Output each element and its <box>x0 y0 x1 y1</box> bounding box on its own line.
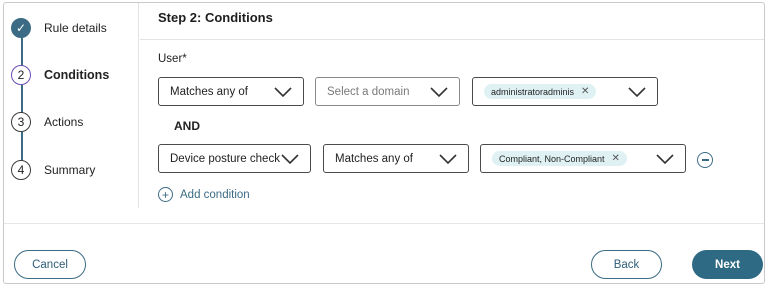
dropdown-value: Device posture check <box>170 152 280 165</box>
chip-label: administratoradminis <box>491 86 575 97</box>
next-button[interactable]: Next <box>692 250 763 279</box>
minus-icon <box>701 159 709 161</box>
page-title: Step 2: Conditions <box>158 10 273 25</box>
close-icon[interactable]: ✕ <box>612 153 620 164</box>
step-label: Conditions <box>44 68 110 82</box>
step-conditions[interactable]: 2 Conditions <box>11 65 109 85</box>
step-number: 4 <box>11 160 31 180</box>
footer-divider <box>4 223 764 224</box>
dropdown-value: Matches any of <box>170 85 248 98</box>
chip-label: Compliant, Non-Compliant <box>499 153 605 164</box>
step-number: 2 <box>11 65 31 85</box>
check-icon: ✓ <box>11 18 31 38</box>
condition-operator-dropdown[interactable]: Matches any of <box>323 144 469 173</box>
chevron-down-icon <box>281 154 299 165</box>
step-label: Actions <box>44 115 84 129</box>
back-button[interactable]: Back <box>591 250 662 279</box>
and-connector: AND <box>174 119 200 133</box>
plus-circle-icon: + <box>158 187 173 202</box>
divider <box>140 39 764 40</box>
domain-dropdown[interactable]: Select a domain <box>315 77 460 106</box>
step-actions[interactable]: 3 Actions <box>11 112 83 132</box>
step-summary[interactable]: 4 Summary <box>11 160 95 180</box>
condition-type-dropdown[interactable]: Device posture check <box>158 144 311 173</box>
step-label: Summary <box>44 163 96 177</box>
selected-value-chip: Compliant, Non-Compliant ✕ <box>492 151 627 166</box>
user-value-multiselect[interactable]: administratoradminis ✕ <box>472 77 658 106</box>
add-condition-button[interactable]: + Add condition <box>158 187 250 202</box>
chevron-down-icon <box>656 154 674 165</box>
close-icon[interactable]: ✕ <box>581 86 589 97</box>
wizard-stepper: ✓ Rule details 2 Conditions 3 Actions 4 … <box>4 3 139 208</box>
chevron-down-icon <box>439 154 457 165</box>
dropdown-placeholder: Select a domain <box>327 85 410 98</box>
remove-condition-icon[interactable] <box>697 152 713 168</box>
condition-value-multiselect[interactable]: Compliant, Non-Compliant ✕ <box>480 144 686 173</box>
chevron-down-icon <box>628 87 646 98</box>
dropdown-value: Matches any of <box>335 152 413 165</box>
chevron-down-icon <box>274 87 292 98</box>
cancel-button[interactable]: Cancel <box>14 250 86 279</box>
wizard-dialog: ✓ Rule details 2 Conditions 3 Actions 4 … <box>3 2 765 284</box>
user-field-label: User* <box>158 53 187 65</box>
user-operator-dropdown[interactable]: Matches any of <box>158 77 304 106</box>
add-condition-label: Add condition <box>180 188 250 201</box>
selected-value-chip: administratoradminis ✕ <box>484 84 597 99</box>
chevron-down-icon <box>430 87 448 98</box>
step-rule-details[interactable]: ✓ Rule details <box>11 18 107 38</box>
step-label: Rule details <box>44 21 107 35</box>
step-number: 3 <box>11 112 31 132</box>
